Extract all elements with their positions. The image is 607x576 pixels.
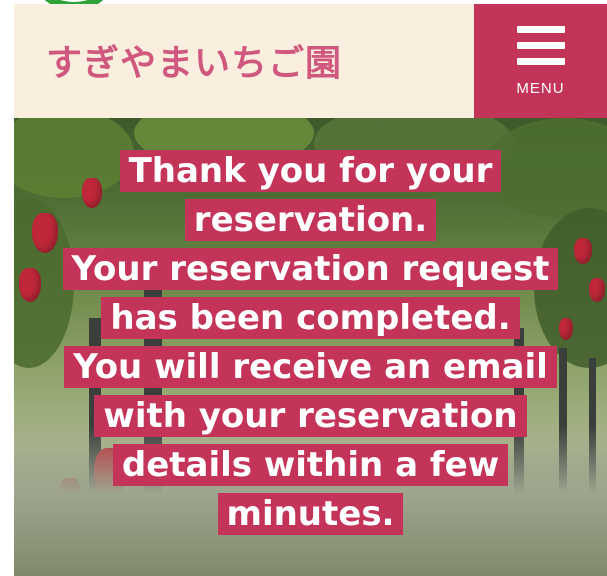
menu-button[interactable]: MENU: [474, 4, 607, 118]
site-logo[interactable]: すぎやまいちご園: [46, 34, 342, 86]
message-line: Thank you for your: [119, 150, 502, 192]
message-line: You will receive an email: [64, 346, 557, 388]
message-line: Your reservation request: [62, 248, 559, 290]
hamburger-icon: [517, 26, 565, 74]
reservation-confirmation-message: Thank you for your reservation. Your res…: [0, 150, 607, 542]
message-line: reservation.: [184, 199, 437, 241]
message-line: with your reservation: [94, 395, 527, 437]
menu-label: MENU: [516, 80, 565, 97]
site-header: すぎやまいちご園 MENU: [14, 4, 607, 118]
message-line: details within a few: [112, 444, 509, 486]
message-line: minutes.: [217, 493, 404, 535]
message-line: has been completed.: [101, 297, 520, 339]
